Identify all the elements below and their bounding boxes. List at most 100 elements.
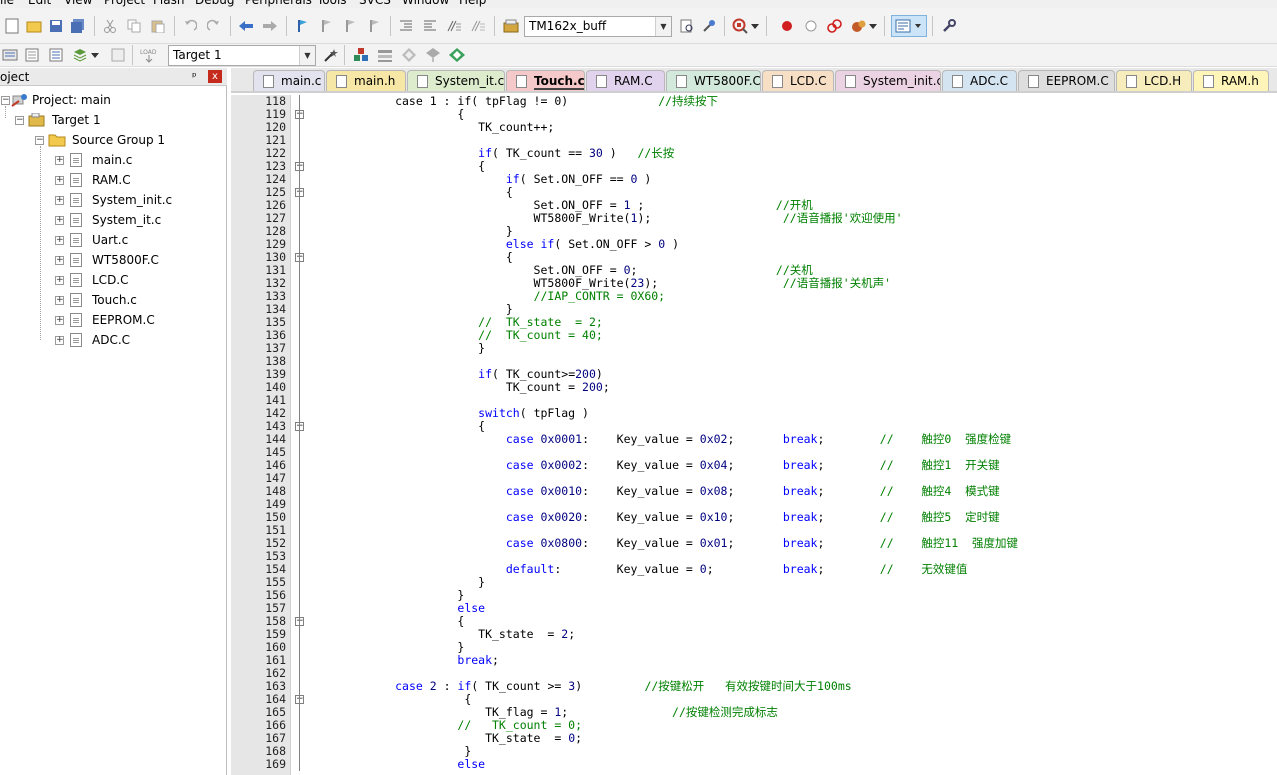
bookmark-icon[interactable] xyxy=(292,17,312,35)
paste-icon[interactable] xyxy=(148,17,168,35)
select-packs-icon[interactable] xyxy=(399,46,419,64)
code-line[interactable]: case 0x0010: Key_value = 0x08; break; //… xyxy=(312,485,1000,498)
collapse-icon[interactable]: − xyxy=(1,96,10,105)
menu-item-help[interactable]: Help xyxy=(459,0,486,7)
rebuild-icon[interactable] xyxy=(46,46,66,64)
tree-target[interactable]: Target 1 xyxy=(28,110,208,130)
menu-item-window[interactable]: Window xyxy=(402,0,449,7)
undo-icon[interactable] xyxy=(180,17,200,35)
expand-icon[interactable]: + xyxy=(55,196,64,205)
debug-dropdown-icon[interactable] xyxy=(750,17,760,35)
cut-icon[interactable] xyxy=(100,17,120,35)
tree-project-root[interactable]: Project: main xyxy=(11,90,211,110)
bookmark-next-icon[interactable] xyxy=(340,17,360,35)
menu-item-tools[interactable]: Tools xyxy=(317,0,347,7)
build-icon[interactable] xyxy=(22,46,42,64)
menu-item-svcs[interactable]: SVCS xyxy=(359,0,391,7)
tree-file-item[interactable]: ADC.C xyxy=(68,330,218,350)
collapse-icon[interactable]: − xyxy=(15,116,24,125)
download-icon[interactable]: LOAD xyxy=(138,46,160,64)
tree-file-item[interactable]: WT5800F.C xyxy=(68,250,218,270)
breakpoint-kill-all-icon[interactable] xyxy=(825,17,845,35)
target-select[interactable]: Target 1 ▼ xyxy=(168,45,316,66)
breakpoint-disable-icon[interactable] xyxy=(801,17,821,35)
indent-icon[interactable] xyxy=(396,17,416,35)
configure-icon[interactable] xyxy=(849,17,869,35)
code-line[interactable]: case 0x0800: Key_value = 0x01; break; //… xyxy=(312,537,1018,550)
wrench-icon[interactable] xyxy=(939,17,959,35)
save-all-icon[interactable] xyxy=(68,17,88,35)
bookmark-clear-icon[interactable] xyxy=(364,17,384,35)
code-line[interactable]: TK_count++; xyxy=(312,121,554,134)
open-folder-icon[interactable] xyxy=(24,17,44,35)
code-editor[interactable]: 118 119 120 121 122 123 124 125 126 127 128 129 130 1… xyxy=(231,95,1277,775)
tree-file-item[interactable]: System_it.c xyxy=(68,210,218,230)
code-line[interactable]: case 0x0020: Key_value = 0x10; break; //… xyxy=(312,511,1000,524)
manage-runtime-icon[interactable] xyxy=(375,46,395,64)
tab-ram-h[interactable]: RAM.h xyxy=(1193,70,1269,91)
code-line[interactable]: case 0x0002: Key_value = 0x04; break; //… xyxy=(312,459,1000,472)
pin-icon[interactable]: ᵖ xyxy=(192,70,197,83)
expand-icon[interactable]: + xyxy=(55,296,64,305)
stop-build-icon[interactable] xyxy=(108,46,128,64)
tree-group[interactable]: Source Group 1 xyxy=(48,130,218,150)
code-line[interactable]: case 0x0001: Key_value = 0x02; break; //… xyxy=(312,433,1011,446)
manage-components-icon[interactable] xyxy=(351,46,371,64)
chevron-down-icon[interactable]: ▼ xyxy=(299,46,315,65)
translate-icon[interactable] xyxy=(0,46,20,64)
redo-icon[interactable] xyxy=(204,17,224,35)
tab-main-c[interactable]: main.c xyxy=(253,70,325,91)
tab-system-it-c[interactable]: System_it.c xyxy=(407,70,505,91)
target-options-icon[interactable] xyxy=(501,17,521,35)
close-icon[interactable]: x xyxy=(208,70,222,83)
configure-dropdown-icon[interactable] xyxy=(868,17,878,35)
target-combo[interactable]: TM162x_buff ▼ xyxy=(524,16,672,37)
code-line[interactable]: break; xyxy=(312,654,499,667)
tree-file-item[interactable]: System_init.c xyxy=(68,190,218,210)
tree-file-item[interactable]: LCD.C xyxy=(68,270,218,290)
expand-icon[interactable]: + xyxy=(55,156,64,165)
expand-icon[interactable]: + xyxy=(55,176,64,185)
new-file-icon[interactable] xyxy=(2,17,22,35)
tree-file-item[interactable]: Touch.c xyxy=(68,290,218,310)
menu-item-project[interactable]: Project xyxy=(104,0,145,7)
chevron-down-icon[interactable]: ▼ xyxy=(655,17,671,36)
window-layout-button[interactable] xyxy=(891,15,927,37)
breakpoint-insert-icon[interactable] xyxy=(777,17,797,35)
batch-build-icon[interactable] xyxy=(70,46,90,64)
menu-item-ile[interactable]: ile xyxy=(0,0,14,7)
find-in-files-icon[interactable] xyxy=(677,17,697,35)
expand-icon[interactable]: + xyxy=(55,316,64,325)
debug-session-icon[interactable] xyxy=(730,17,750,35)
collapse-icon[interactable]: − xyxy=(35,136,44,145)
comment-icon[interactable] xyxy=(444,17,464,35)
options-wand-icon[interactable] xyxy=(321,46,341,64)
pack-installer-icon[interactable] xyxy=(423,46,443,64)
code-line[interactable]: TK_count = 200; xyxy=(312,381,610,394)
bookmark-prev-icon[interactable] xyxy=(316,17,336,35)
pack-update-icon[interactable] xyxy=(447,46,467,64)
menu-item-flash[interactable]: Flash xyxy=(153,0,184,7)
tab-wt5800f-c[interactable]: WT5800F.C xyxy=(666,70,761,91)
tree-file-item[interactable]: main.c xyxy=(68,150,218,170)
expand-icon[interactable]: + xyxy=(55,276,64,285)
incremental-find-icon[interactable] xyxy=(700,17,720,35)
code-line[interactable]: else xyxy=(312,758,485,771)
tab-touch-c[interactable]: Touch.c xyxy=(506,70,585,91)
copy-icon[interactable] xyxy=(124,17,144,35)
unindent-icon[interactable] xyxy=(420,17,440,35)
tab-main-h[interactable]: main.h xyxy=(326,70,406,91)
tree-file-item[interactable]: EEPROM.C xyxy=(68,310,218,330)
tree-file-item[interactable]: Uart.c xyxy=(68,230,218,250)
menu-item-peripherals[interactable]: Peripherals xyxy=(245,0,312,7)
expand-icon[interactable]: + xyxy=(55,256,64,265)
menu-item-debug[interactable]: Debug xyxy=(195,0,234,7)
menu-item-edit[interactable]: Edit xyxy=(28,0,51,7)
nav-forward-icon[interactable] xyxy=(260,17,280,35)
expand-icon[interactable]: + xyxy=(55,216,64,225)
tree-file-item[interactable]: RAM.C xyxy=(68,170,218,190)
tab-adc-c[interactable]: ADC.C xyxy=(942,70,1017,91)
nav-back-icon[interactable] xyxy=(236,17,256,35)
uncomment-icon[interactable] xyxy=(468,17,488,35)
tab-eeprom-c[interactable]: EEPROM.C xyxy=(1018,70,1115,91)
